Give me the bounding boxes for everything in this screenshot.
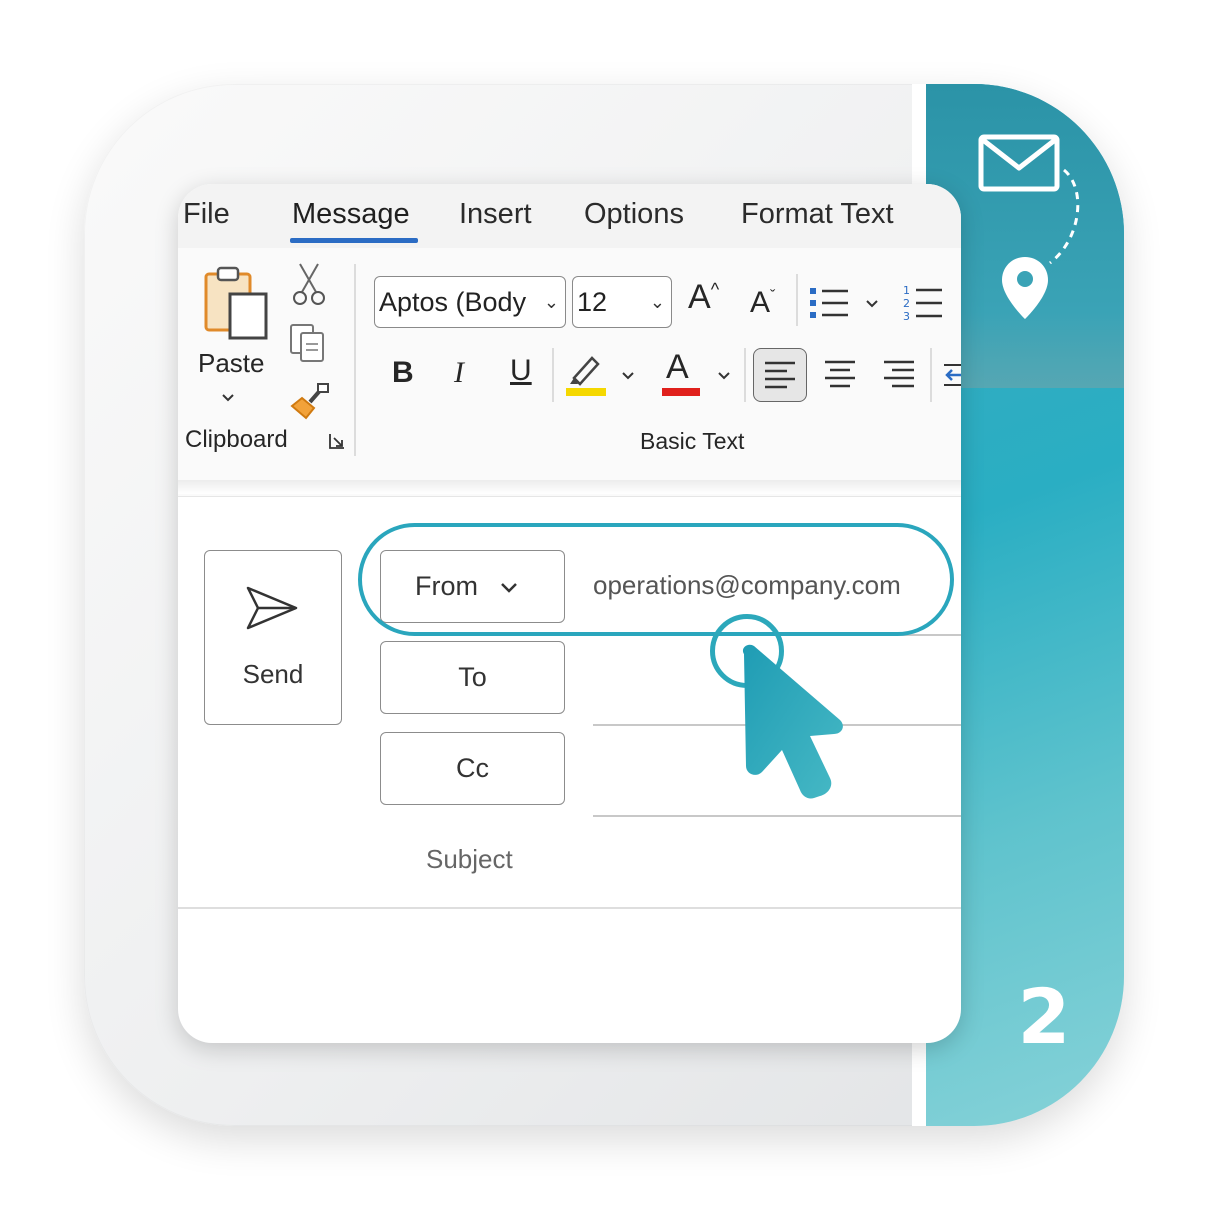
font-size-chevron-icon[interactable]: ⌄ xyxy=(650,277,665,327)
paste-icon[interactable] xyxy=(200,266,270,342)
tab-insert[interactable]: Insert xyxy=(459,198,532,231)
shrink-font-button[interactable]: Aˇ xyxy=(750,286,775,320)
clipboard-group-label: Clipboard xyxy=(185,426,288,453)
basic-text-group-label: Basic Text xyxy=(640,428,745,454)
copy-icon[interactable] xyxy=(288,322,328,364)
numbering-icon[interactable]: 1 2 3 xyxy=(902,282,946,324)
tab-options[interactable]: Options xyxy=(584,198,684,231)
font-color-swatch xyxy=(662,388,700,396)
underline-button[interactable]: U xyxy=(510,354,532,388)
group-separator xyxy=(552,348,554,402)
group-separator xyxy=(354,264,356,456)
format-painter-icon[interactable] xyxy=(288,382,330,422)
to-label: To xyxy=(458,662,487,692)
to-button[interactable]: To xyxy=(380,641,565,714)
subject-label: Subject xyxy=(426,844,513,874)
font-size-combo[interactable]: 12 ⌄ xyxy=(572,276,672,328)
font-size-value: 12 xyxy=(577,287,608,317)
send-button[interactable]: Send xyxy=(204,550,342,725)
cc-button[interactable]: Cc xyxy=(380,732,565,805)
subject-line xyxy=(178,907,961,909)
svg-text:2: 2 xyxy=(903,297,910,310)
svg-text:1: 1 xyxy=(903,284,910,297)
font-name-chevron-icon[interactable]: ⌄ xyxy=(544,277,559,327)
grow-font-button[interactable]: A^ xyxy=(688,278,719,317)
send-icon xyxy=(246,586,298,630)
group-separator xyxy=(796,274,798,326)
paste-label[interactable]: Paste xyxy=(198,348,265,379)
active-tab-indicator xyxy=(290,238,418,243)
bullets-icon[interactable] xyxy=(808,284,852,322)
ribbon-tabs: File Message Insert Options Format Text xyxy=(178,184,961,248)
scissors-icon[interactable] xyxy=(292,262,326,306)
cc-label: Cc xyxy=(456,753,489,783)
highlighter-icon[interactable] xyxy=(566,352,606,396)
align-left-icon xyxy=(765,361,795,389)
bold-button[interactable]: B xyxy=(392,356,414,390)
dialog-launcher-icon[interactable] xyxy=(328,432,346,450)
ribbon: Paste Clipboard Aptos (Body ⌄ 12 ⌄ A^ Aˇ… xyxy=(178,248,961,497)
font-color-chevron-icon[interactable] xyxy=(716,370,732,382)
tab-format-text[interactable]: Format Text xyxy=(741,198,894,231)
group-separator xyxy=(744,348,746,402)
font-color-button[interactable]: A xyxy=(666,348,689,387)
svg-text:3: 3 xyxy=(903,310,910,323)
italic-button[interactable]: I xyxy=(454,356,464,390)
highlighter-chevron-icon[interactable] xyxy=(620,370,636,382)
tab-message[interactable]: Message xyxy=(292,198,410,231)
from-highlight-outline xyxy=(358,523,954,636)
location-pin-icon xyxy=(1002,257,1048,319)
font-name-combo[interactable]: Aptos (Body ⌄ xyxy=(374,276,566,328)
send-label: Send xyxy=(242,659,304,689)
ribbon-shadow xyxy=(178,480,961,494)
decrease-indent-icon[interactable] xyxy=(942,362,961,388)
align-right-icon[interactable] xyxy=(882,359,916,389)
align-center-icon[interactable] xyxy=(823,359,857,389)
font-name-value: Aptos (Body xyxy=(379,287,527,317)
group-separator xyxy=(930,348,932,402)
cursor-icon xyxy=(742,644,843,799)
step-number: 2 xyxy=(1017,972,1071,1061)
tab-file[interactable]: File xyxy=(183,198,230,231)
bullets-chevron-icon[interactable] xyxy=(864,298,880,310)
align-left-button[interactable] xyxy=(753,348,807,402)
paste-dropdown-chevron-icon[interactable] xyxy=(220,392,236,404)
